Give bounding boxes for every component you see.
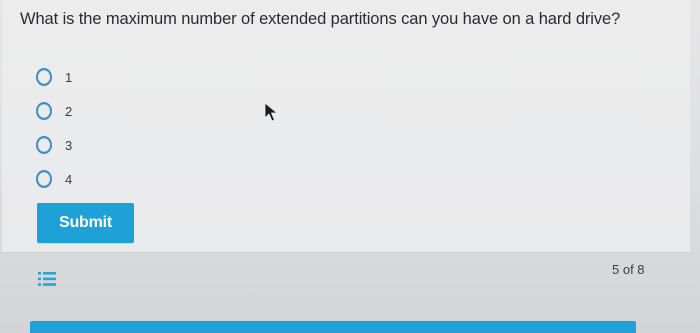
- bottom-banner: [30, 321, 636, 333]
- radio-button[interactable]: [36, 170, 52, 188]
- question-card: What is the maximum number of extended p…: [2, 0, 690, 253]
- submit-button[interactable]: Submit: [37, 203, 134, 243]
- question-text: What is the maximum number of extended p…: [20, 10, 621, 28]
- quiz-footer: [0, 253, 700, 293]
- option-label: 3: [65, 137, 73, 153]
- option-label: 2: [65, 103, 73, 119]
- option-2[interactable]: 2: [36, 94, 72, 128]
- list-icon[interactable]: [38, 272, 56, 286]
- quiz-screen: What is the maximum number of extended p…: [0, 0, 700, 333]
- radio-button[interactable]: [36, 102, 52, 120]
- option-label: 1: [65, 69, 73, 85]
- answer-options: 1 2 3 4: [36, 60, 72, 196]
- radio-button[interactable]: [36, 68, 52, 86]
- option-4[interactable]: 4: [36, 162, 72, 196]
- option-1[interactable]: 1: [36, 60, 72, 94]
- radio-button[interactable]: [36, 136, 52, 154]
- mouse-cursor-icon: [264, 102, 278, 122]
- option-3[interactable]: 3: [36, 128, 72, 162]
- question-progress: 5 of 8: [612, 262, 645, 277]
- option-label: 4: [65, 171, 73, 187]
